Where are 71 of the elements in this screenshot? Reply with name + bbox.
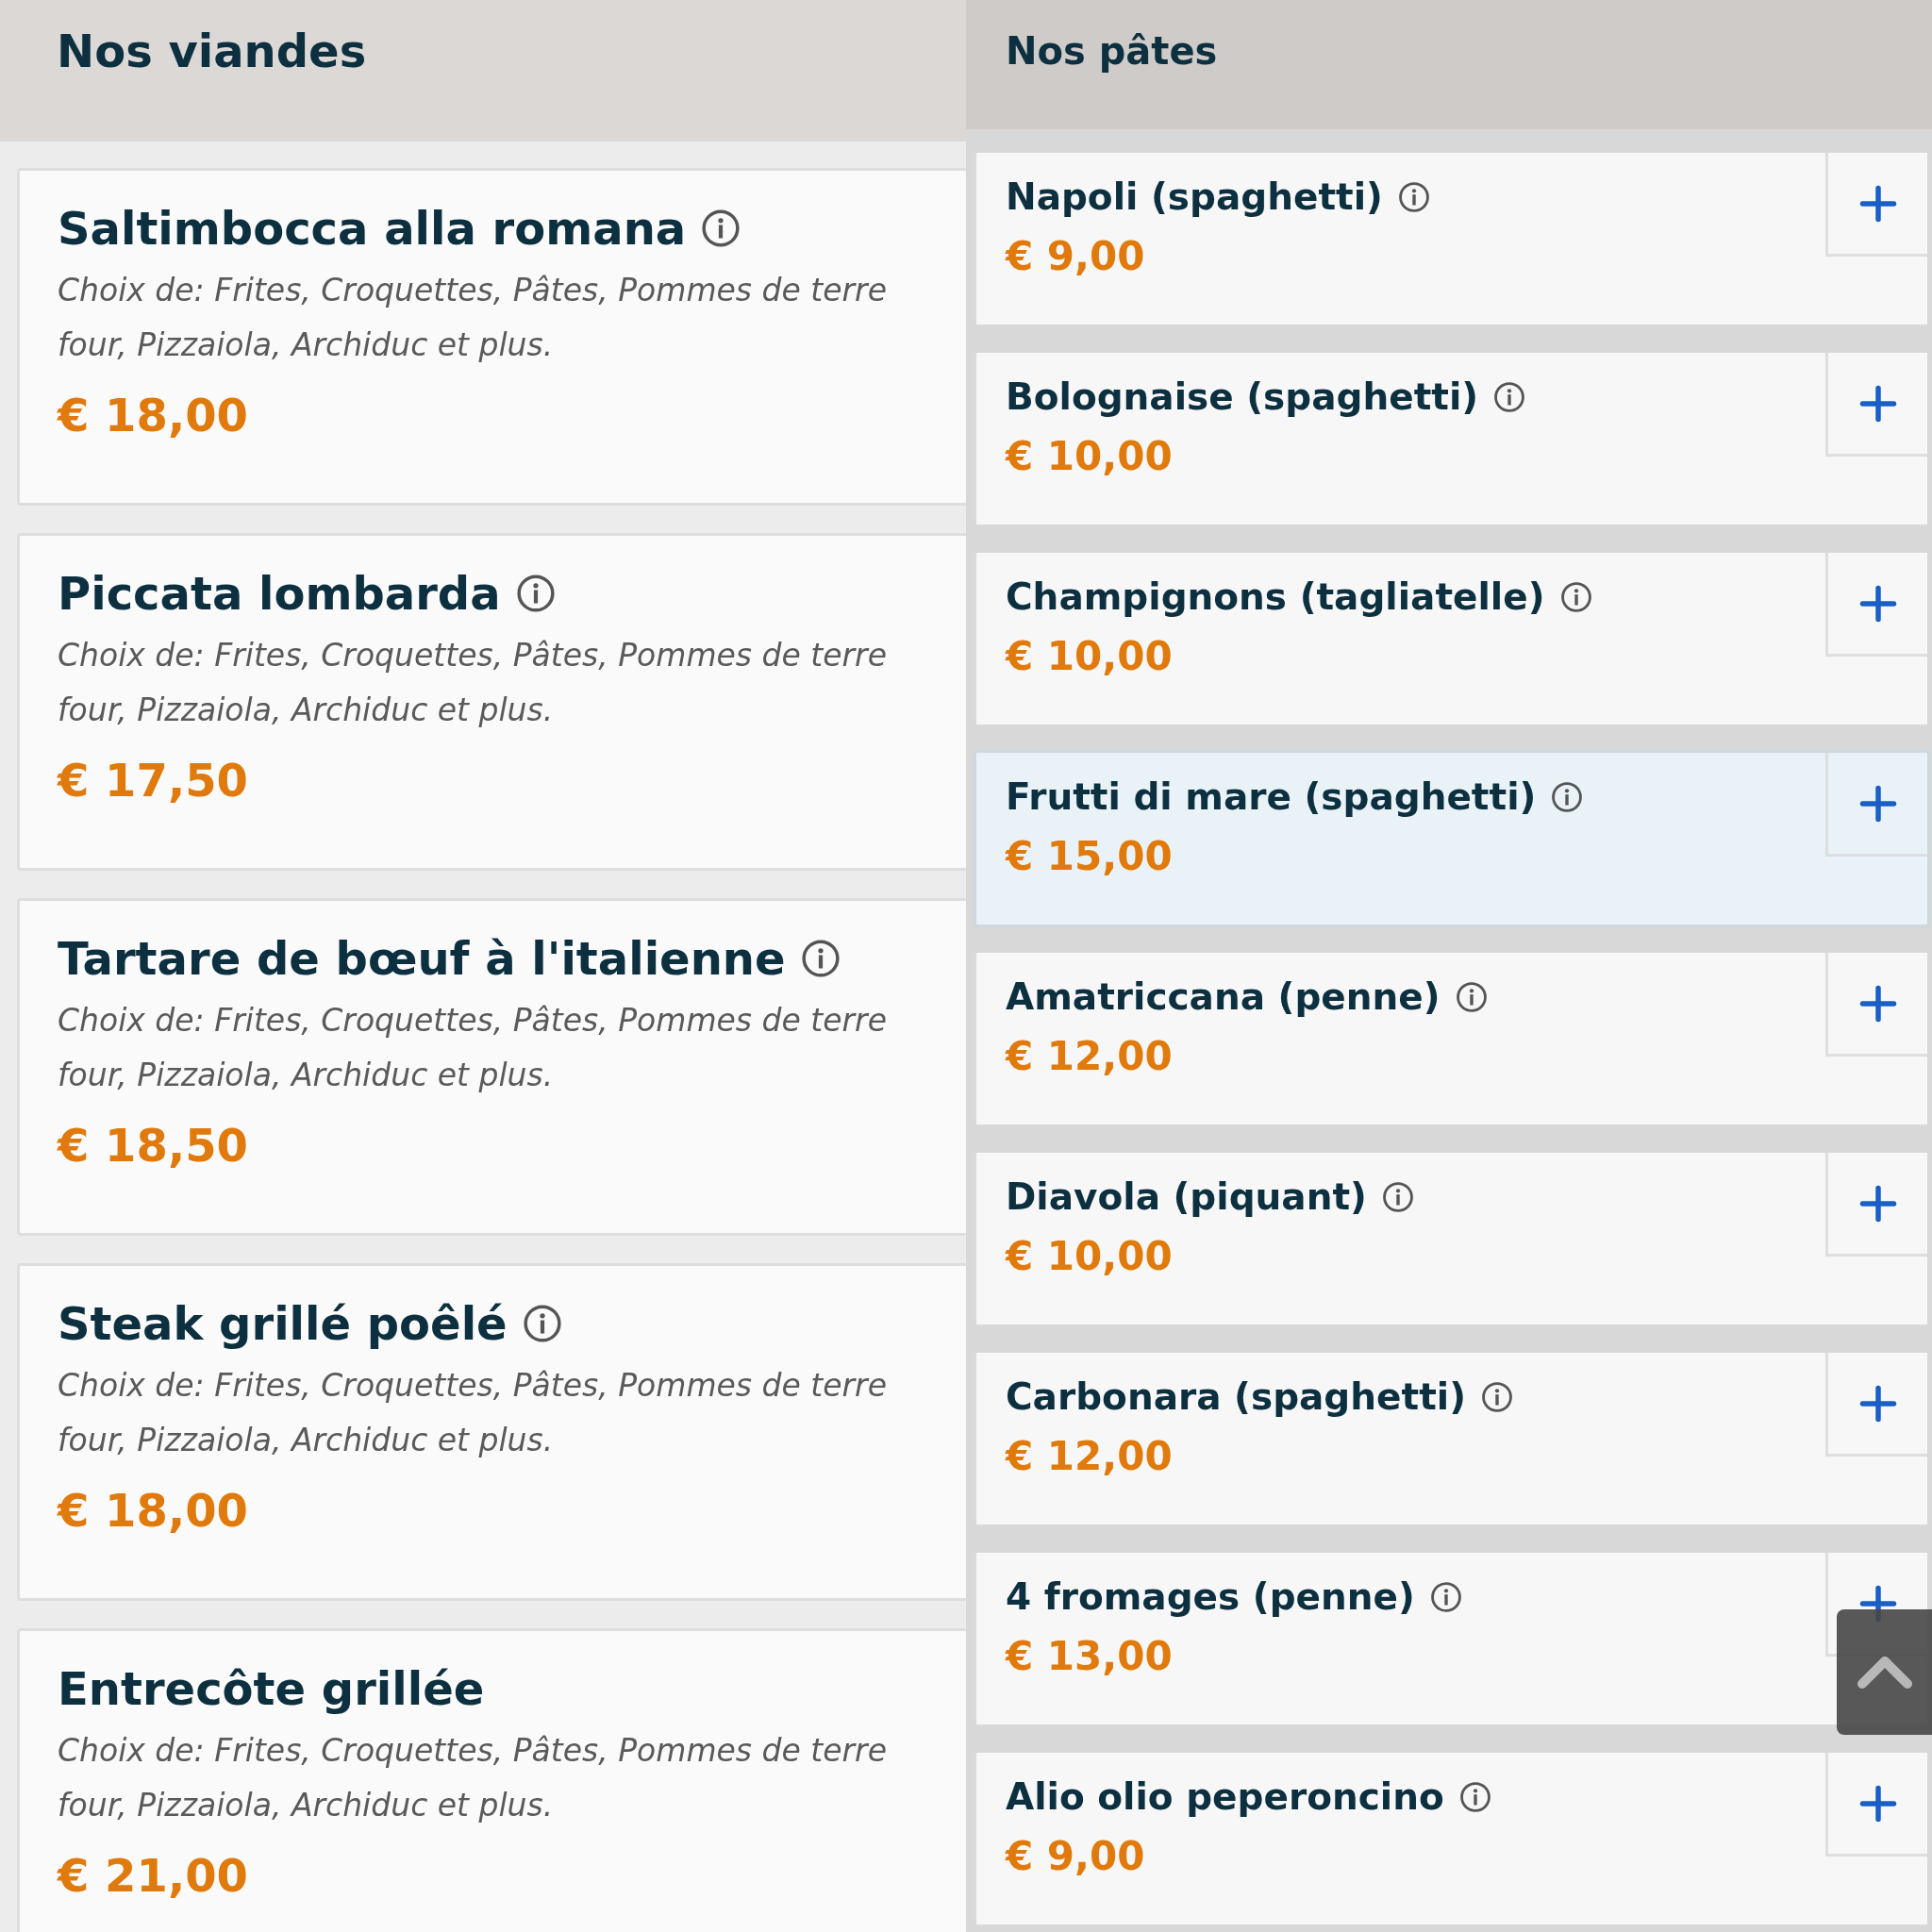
menu-item-card[interactable]: Piccata lombarda Choix de: Frites, Croquettes, Pâtes, Pommes de terre four, Pizzaiola, Archiduc et plus. € 17,50	[17, 533, 966, 871]
dish-description: Choix de: Frites, Croquettes, Pâtes, Pommes de terre four, Pizzaiola, Archiduc et plus.	[58, 1366, 888, 1461]
menu-item-card[interactable]: Amatriccana (penne) € 12,00	[974, 950, 1930, 1127]
dish-description: Choix de: Frites, Croquettes, Pâtes, Pommes de terre four, Pizzaiola, Archiduc et plus.	[58, 1731, 888, 1826]
dish-price: € 13,00	[1006, 1632, 1173, 1679]
add-button[interactable]	[1825, 1753, 1927, 1857]
info-icon[interactable]	[1458, 1781, 1491, 1814]
dish-price: € 9,00	[1006, 232, 1145, 279]
dish-name: Steak grillé poêlé	[58, 1296, 508, 1352]
dish-name: Diavola (piquant)	[1006, 1174, 1367, 1220]
dish-name: Amatriccana (penne)	[1006, 974, 1441, 1020]
dish-name: Alio olio peperoncino	[1006, 1774, 1444, 1820]
dish-price: € 18,50	[58, 1119, 248, 1173]
dish-price: € 10,00	[1006, 632, 1173, 679]
menu-item-card[interactable]: Diavola (piquant) € 10,00	[974, 1150, 1930, 1327]
dish-name: Piccata lombarda	[58, 566, 501, 622]
menu-item-card[interactable]: Champignons (tagliatelle) € 10,00	[974, 550, 1930, 727]
dish-price: € 12,00	[1006, 1432, 1173, 1479]
dish-price: € 21,00	[58, 1849, 248, 1903]
dish-name: Tartare de bœuf à l'italienne	[58, 931, 786, 987]
info-icon[interactable]	[1551, 781, 1584, 814]
section-title: Nos viandes	[57, 26, 367, 76]
dish-name: Frutti di mare (spaghetti)	[1006, 774, 1537, 820]
dish-price: € 15,00	[1006, 832, 1173, 879]
dish-price: € 18,00	[58, 1484, 248, 1538]
add-button[interactable]	[1825, 953, 1927, 1057]
menu-item-card[interactable]: Saltimbocca alla romana Choix de: Frites, Croquettes, Pâtes, Pommes de terre four, Pizzaiola, Archiduc et plus. € 18,00	[17, 168, 966, 506]
dish-name: Bolognaise (spaghetti)	[1006, 375, 1479, 420]
menu-item-card[interactable]: Carbonara (spaghetti) € 12,00	[974, 1350, 1930, 1527]
dish-name: Champignons (tagliatelle)	[1006, 575, 1545, 620]
menu-item-card[interactable]: 4 fromages (penne) € 13,00	[974, 1550, 1930, 1727]
menu-item-card[interactable]: Napoli (spaghetti) € 9,00	[974, 150, 1930, 327]
dish-price: € 18,00	[58, 389, 248, 442]
dish-price: € 10,00	[1006, 432, 1173, 479]
menu-item-card[interactable]: Alio olio peperoncino € 9,00	[974, 1750, 1930, 1927]
dish-description: Choix de: Frites, Croquettes, Pâtes, Pommes de terre four, Pizzaiola, Archiduc et plus.	[58, 1001, 888, 1096]
info-icon[interactable]	[1481, 1381, 1513, 1414]
info-icon[interactable]	[1397, 181, 1430, 214]
scroll-to-top-overlay[interactable]	[1837, 1609, 1932, 1735]
add-button[interactable]	[1825, 553, 1927, 657]
info-icon[interactable]	[1429, 1581, 1462, 1614]
dish-price: € 10,00	[1006, 1232, 1173, 1279]
info-icon[interactable]	[1381, 1181, 1414, 1214]
dish-name: Carbonara (spaghetti)	[1006, 1374, 1466, 1420]
info-icon[interactable]	[800, 939, 841, 979]
add-button[interactable]	[1825, 153, 1927, 257]
menu-item-card[interactable]: Frutti di mare (spaghetti) € 15,00	[974, 750, 1930, 927]
info-icon[interactable]	[1559, 581, 1592, 614]
dish-price: € 17,50	[58, 754, 248, 808]
info-icon[interactable]	[1493, 381, 1526, 414]
dish-price: € 12,00	[1006, 1032, 1173, 1079]
dish-name: Saltimbocca alla romana	[58, 201, 687, 257]
menu-item-card[interactable]: Steak grillé poêlé Choix de: Frites, Croquettes, Pâtes, Pommes de terre four, Pizzaiola, Archiduc et plus. € 18,00	[17, 1263, 966, 1601]
add-button[interactable]	[1825, 753, 1927, 857]
add-button[interactable]	[1825, 1353, 1927, 1457]
dish-description: Choix de: Frites, Croquettes, Pâtes, Pommes de terre four, Pizzaiola, Archiduc et plus.	[58, 271, 888, 366]
info-icon[interactable]	[1455, 981, 1488, 1014]
menu-item-card[interactable]: Bolognaise (spaghetti) € 10,00	[974, 350, 1930, 527]
dish-name: Napoli (spaghetti)	[1006, 175, 1383, 220]
info-icon[interactable]	[522, 1304, 562, 1344]
dish-price: € 9,00	[1006, 1832, 1145, 1879]
info-icon[interactable]	[701, 208, 741, 249]
add-button[interactable]	[1825, 1153, 1927, 1257]
section-title: Nos pâtes	[1006, 30, 1218, 72]
menu-item-card[interactable]: Entrecôte grillée Choix de: Frites, Croquettes, Pâtes, Pommes de terre four, Pizzaiola, Archiduc et plus. € 21,00	[17, 1628, 966, 1932]
info-icon[interactable]	[515, 574, 556, 614]
add-button[interactable]	[1825, 353, 1927, 457]
dish-description: Choix de: Frites, Croquettes, Pâtes, Pommes de terre four, Pizzaiola, Archiduc et plus.	[58, 636, 888, 731]
dish-name: 4 fromages (penne)	[1006, 1574, 1415, 1620]
dish-name: Entrecôte grillée	[58, 1661, 485, 1717]
menu-item-card[interactable]: Tartare de bœuf à l'italienne Choix de: Frites, Croquettes, Pâtes, Pommes de terre four, Pizzaiola, Archiduc et plus. € 18,50	[17, 898, 966, 1236]
